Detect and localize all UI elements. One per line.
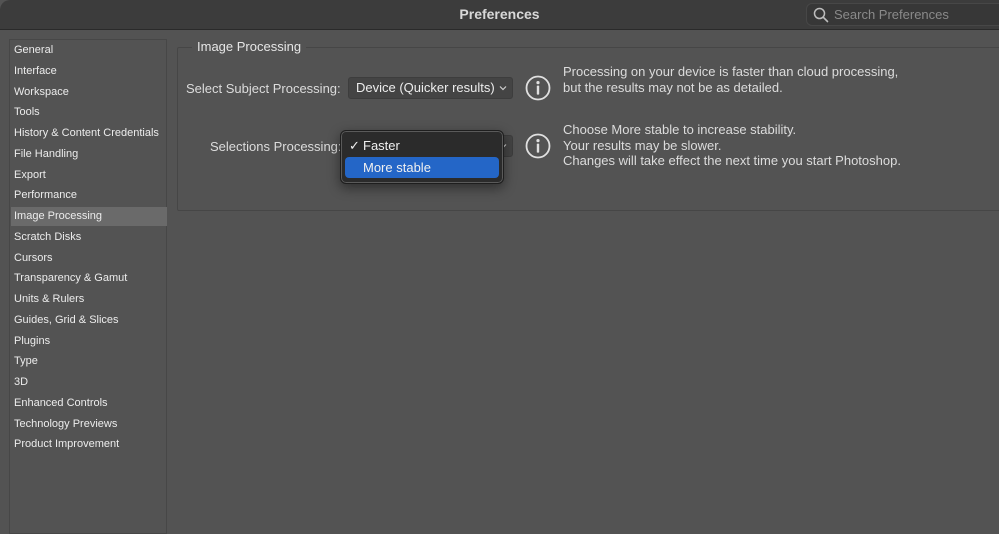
sidebar-item-tools[interactable]: Tools — [11, 103, 167, 122]
search-input[interactable] — [834, 5, 994, 24]
sidebar-item-3d[interactable]: 3D — [11, 373, 167, 392]
selections-processing-label: Selections Processing: — [210, 139, 342, 154]
sidebar-item-plugins[interactable]: Plugins — [11, 332, 167, 351]
select-subject-value: Device (Quicker results) — [356, 80, 495, 95]
sidebar-item-type[interactable]: Type — [11, 352, 167, 371]
sidebar-item-transparency-gamut[interactable]: Transparency & Gamut — [11, 269, 167, 288]
search-box[interactable] — [806, 3, 999, 26]
info-icon — [525, 75, 551, 101]
sidebar-item-units-rulers[interactable]: Units & Rulers — [11, 290, 167, 309]
info-icon — [525, 133, 551, 159]
sidebar-item-enhanced-controls[interactable]: Enhanced Controls — [11, 394, 167, 413]
sidebar-item-performance[interactable]: Performance — [11, 186, 167, 205]
chevron-down-icon — [499, 86, 507, 91]
menu-item-more-stable[interactable]: More stable — [345, 157, 499, 178]
selections-processing-description: Choose More stable to increase stability… — [563, 122, 901, 169]
select-subject-label: Select Subject Processing: — [186, 81, 341, 96]
group-title: Image Processing — [192, 39, 307, 54]
sidebar-item-interface[interactable]: Interface — [11, 62, 167, 81]
search-icon — [813, 7, 829, 23]
sidebar-item-history-content-credentials[interactable]: History & Content Credentials — [11, 124, 167, 143]
description-line: but the results may not be as detailed. — [563, 79, 783, 95]
sidebar: General Interface Workspace Tools History & … — [9, 39, 167, 534]
description-line: Choose More stable to increase stability… — [563, 122, 797, 137]
description-line: Your results may be slower. — [563, 137, 722, 153]
menu-item-label: Faster — [363, 138, 400, 153]
title-bar: Preferences — [0, 0, 999, 30]
sidebar-item-file-handling[interactable]: File Handling — [11, 145, 167, 164]
sidebar-item-workspace[interactable]: Workspace — [11, 83, 167, 102]
sidebar-item-guides-grid-slices[interactable]: Guides, Grid & Slices — [11, 311, 167, 330]
sidebar-item-technology-previews[interactable]: Technology Previews — [11, 415, 167, 434]
selections-processing-menu: ✓ Faster More stable — [340, 130, 504, 184]
sidebar-item-product-improvement[interactable]: Product Improvement — [11, 435, 167, 454]
description-line: Processing on your device is faster than… — [563, 64, 899, 79]
menu-item-label: More stable — [363, 160, 431, 175]
sidebar-item-export[interactable]: Export — [11, 166, 167, 185]
select-subject-dropdown[interactable]: Device (Quicker results) — [348, 77, 513, 99]
sidebar-item-cursors[interactable]: Cursors — [11, 249, 167, 268]
checkmark-icon: ✓ — [349, 138, 360, 153]
select-subject-description: Processing on your device is faster than… — [563, 64, 898, 95]
sidebar-item-image-processing[interactable]: Image Processing — [11, 207, 167, 226]
sidebar-item-scratch-disks[interactable]: Scratch Disks — [11, 228, 167, 247]
description-line: Changes will take effect the next time y… — [563, 153, 901, 168]
menu-item-faster[interactable]: ✓ Faster — [345, 135, 499, 156]
sidebar-item-general[interactable]: General — [11, 41, 167, 60]
